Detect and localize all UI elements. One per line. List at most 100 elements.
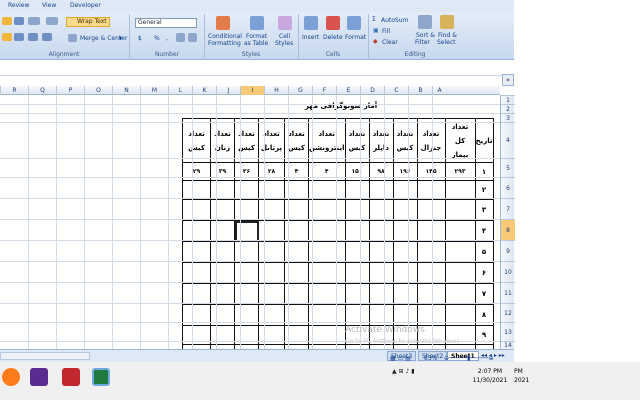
autosum-button[interactable]: AutoSum xyxy=(381,17,408,24)
table-cell[interactable] xyxy=(416,241,446,263)
table-cell[interactable] xyxy=(392,241,418,263)
system-tray-icons[interactable]: ▲ ⊞ ♪ ▮ xyxy=(392,368,415,375)
column-header-f[interactable]: F xyxy=(312,86,336,95)
row-header-13[interactable]: 13 xyxy=(501,322,515,341)
table-cell[interactable]: ۷ xyxy=(474,283,494,305)
currency-button[interactable]: $ xyxy=(138,35,142,42)
wrap-text-button[interactable]: Wrap Text xyxy=(66,17,110,27)
column-header-o[interactable]: O xyxy=(84,86,112,95)
excel-icon[interactable] xyxy=(92,368,110,386)
table-cell[interactable] xyxy=(308,283,346,305)
decrease-decimal-icon[interactable] xyxy=(188,33,197,42)
column-header-r[interactable]: R xyxy=(0,86,28,95)
align-top-icon[interactable] xyxy=(2,17,12,25)
table-cell[interactable]: ۴ xyxy=(474,220,494,242)
table-cell[interactable] xyxy=(368,262,394,284)
conditional-formatting-icon[interactable] xyxy=(216,16,230,30)
column-header-h[interactable]: H xyxy=(264,86,288,95)
table-cell[interactable] xyxy=(344,199,370,221)
table-cell[interactable] xyxy=(182,220,211,242)
table-cell[interactable] xyxy=(182,241,211,263)
sort-filter-label2[interactable]: Filter xyxy=(415,39,430,46)
sort-filter-label[interactable]: Sort & xyxy=(416,32,435,39)
table-cell[interactable] xyxy=(392,199,418,221)
firefox-icon[interactable] xyxy=(2,368,20,386)
column-header-k[interactable]: K xyxy=(192,86,216,95)
table-cell[interactable] xyxy=(308,199,346,221)
table-cell[interactable] xyxy=(368,241,394,263)
table-cell[interactable] xyxy=(444,180,476,200)
find-select-label2[interactable]: Select xyxy=(437,39,456,46)
row-header-5[interactable]: 5 xyxy=(501,158,515,177)
table-cell[interactable] xyxy=(416,180,446,200)
align-middle-icon[interactable] xyxy=(14,17,24,25)
row-header-6[interactable]: 6 xyxy=(501,177,515,198)
clock[interactable]: 2:07 PM 11/30/2021 xyxy=(470,367,510,385)
format-as-table-icon[interactable] xyxy=(250,16,264,30)
horizontal-scrollbar[interactable] xyxy=(0,352,90,360)
increase-indent-icon[interactable] xyxy=(42,33,52,41)
table-cell[interactable] xyxy=(210,241,235,263)
media-app-icon[interactable] xyxy=(30,368,48,386)
table-cell[interactable] xyxy=(258,180,285,200)
clear-button[interactable]: Clear xyxy=(382,39,398,46)
table-cell[interactable] xyxy=(234,241,259,263)
column-header-a[interactable]: A xyxy=(432,86,446,95)
table-cell[interactable] xyxy=(234,262,259,284)
table-cell[interactable] xyxy=(416,262,446,284)
format-as-table-label2[interactable]: as Table xyxy=(244,40,268,47)
zoom-slider[interactable]: ⊖─────▮─────⊕ xyxy=(444,355,493,362)
table-cell[interactable]: ۵ xyxy=(474,241,494,263)
fill-button[interactable]: Fill xyxy=(382,28,390,35)
tab-developer[interactable]: Developer xyxy=(70,2,101,9)
table-cell[interactable] xyxy=(210,199,235,221)
table-cell[interactable] xyxy=(392,283,418,305)
text-direction-icon[interactable] xyxy=(46,17,58,25)
table-cell[interactable] xyxy=(392,220,418,242)
table-cell[interactable] xyxy=(444,199,476,221)
table-cell[interactable] xyxy=(210,220,235,242)
table-cell[interactable]: ۶ xyxy=(474,262,494,284)
table-cell[interactable] xyxy=(308,220,346,242)
column-header-n[interactable]: N xyxy=(112,86,140,95)
table-cell[interactable] xyxy=(444,262,476,284)
row-header-14[interactable]: 14 xyxy=(501,341,515,349)
table-cell[interactable] xyxy=(344,180,370,200)
table-cell[interactable] xyxy=(368,283,394,305)
table-cell[interactable]: ۳ xyxy=(474,199,494,221)
column-header-i[interactable]: I xyxy=(240,86,264,95)
cell-styles-label2[interactable]: Styles xyxy=(275,40,293,47)
insert-button[interactable]: Insert xyxy=(302,34,319,41)
table-cell[interactable] xyxy=(182,262,211,284)
row-header-4[interactable]: 4 xyxy=(501,122,515,158)
comma-button[interactable]: , xyxy=(166,35,168,42)
delete-button[interactable]: Delete xyxy=(323,34,343,41)
column-header-j[interactable]: J xyxy=(216,86,240,95)
orientation-icon[interactable] xyxy=(28,17,40,25)
table-cell[interactable] xyxy=(182,283,211,305)
column-header-b[interactable]: B xyxy=(408,86,432,95)
table-cell[interactable] xyxy=(308,241,346,263)
formula-bar[interactable] xyxy=(0,60,514,76)
table-cell[interactable] xyxy=(344,283,370,305)
decrease-indent-icon[interactable] xyxy=(28,33,38,41)
tab-view[interactable]: View xyxy=(42,2,56,9)
table-cell[interactable] xyxy=(444,220,476,242)
table-cell[interactable] xyxy=(258,262,285,284)
row-header-10[interactable]: 10 xyxy=(501,261,515,282)
find-select-icon[interactable] xyxy=(440,15,454,29)
merge-dropdown-icon[interactable]: ▾ xyxy=(119,35,122,42)
conditional-formatting-label[interactable]: Conditional xyxy=(208,33,242,40)
table-cell[interactable] xyxy=(258,283,285,305)
row-header-2[interactable]: 2 xyxy=(501,104,515,113)
row-header-11[interactable]: 11 xyxy=(501,282,515,303)
find-select-label[interactable]: Find & xyxy=(438,32,457,39)
delete-cells-icon[interactable] xyxy=(326,16,340,30)
align-center-icon[interactable] xyxy=(14,33,24,41)
table-cell[interactable] xyxy=(234,283,259,305)
row-header-12[interactable]: 12 xyxy=(501,303,515,322)
format-button[interactable]: Format xyxy=(345,34,366,41)
table-cell[interactable] xyxy=(344,220,370,242)
table-cell[interactable] xyxy=(344,241,370,263)
format-cells-icon[interactable] xyxy=(347,16,361,30)
